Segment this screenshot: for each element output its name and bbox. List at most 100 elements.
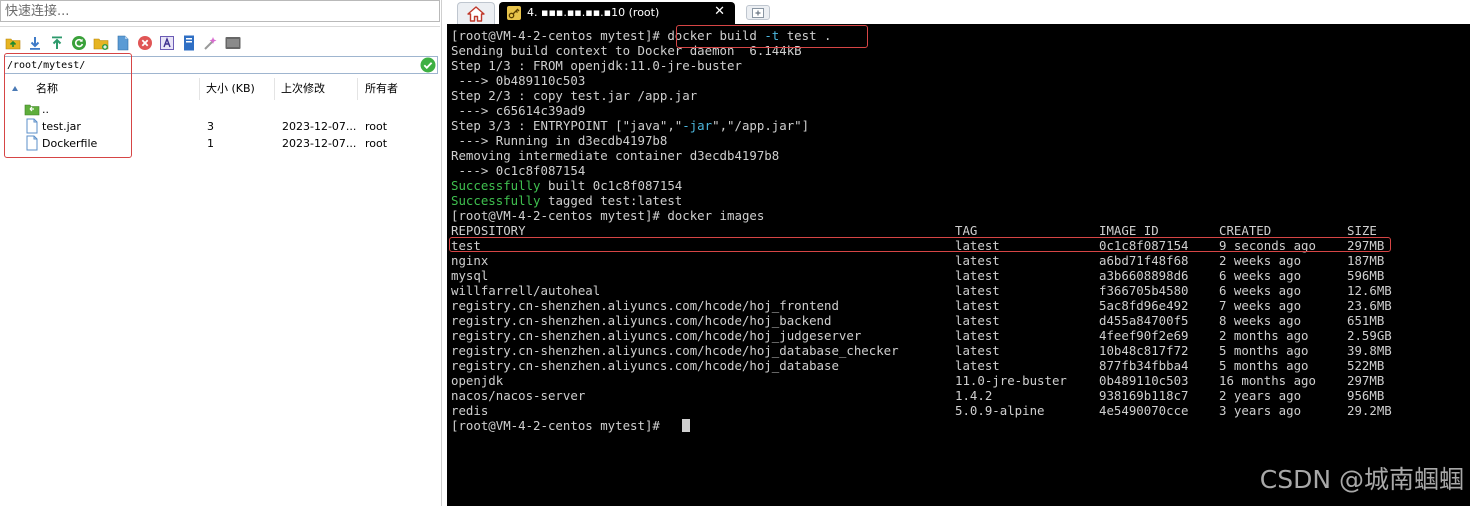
image-id: a6bd71f48f68 — [1099, 253, 1189, 268]
tab-home[interactable] — [457, 2, 495, 24]
terminal-output[interactable]: [root@VM-4-2-centos mytest]# docker buil… — [447, 24, 1470, 506]
image-tag: latest — [955, 298, 1000, 313]
rename-icon[interactable] — [158, 34, 176, 52]
file-owner: root — [365, 137, 388, 150]
file-list: .. test.jar 3 2023-12-07... root Dockerf… — [4, 101, 438, 152]
plus-icon — [752, 7, 764, 18]
image-created: 2 years ago — [1219, 388, 1302, 403]
entrypoint-flag: -jar — [682, 118, 713, 133]
terminal-line: ---> Running in d3ecdb4197b8 — [451, 133, 668, 148]
column-owner-label: 所有者 — [365, 82, 398, 95]
image-created: 5 months ago — [1219, 343, 1309, 358]
file-toolbar — [4, 32, 242, 54]
column-header-name[interactable]: 名称 — [4, 78, 200, 100]
column-header-modified[interactable]: 上次修改 — [275, 78, 358, 100]
image-size-header: SIZE — [1347, 223, 1377, 238]
new-file-icon[interactable] — [114, 34, 132, 52]
image-size: 596MB — [1347, 268, 1385, 283]
image-repository-header: REPOSITORY — [451, 223, 526, 238]
image-tag: latest — [955, 268, 1000, 283]
image-repository: registry.cn-shenzhen.aliyuncs.com/hcode/… — [451, 328, 862, 343]
file-size: 1 — [207, 137, 214, 150]
image-id: 4e5490070cce — [1099, 403, 1189, 418]
new-folder-icon[interactable] — [92, 34, 110, 52]
terminal-line: Sending build context to Docker daemon 6… — [451, 43, 802, 58]
terminal-line: Step 2/3 : copy test.jar /app.jar — [451, 88, 698, 103]
image-size: 29.2MB — [1347, 403, 1392, 418]
tools-icon[interactable] — [202, 34, 220, 52]
column-name-label: 名称 — [36, 82, 58, 95]
image-tag: latest — [955, 313, 1000, 328]
terminal-line: Successfully tagged test:latest — [451, 193, 682, 208]
download-icon[interactable] — [26, 34, 44, 52]
image-size: 187MB — [1347, 253, 1385, 268]
terminal-line: Step 3/3 : ENTRYPOINT ["java","-jar","/a… — [451, 118, 809, 133]
properties-icon[interactable] — [180, 34, 198, 52]
image-tag: latest — [955, 343, 1000, 358]
image-size: 297MB — [1347, 373, 1385, 388]
session-tab-label: 4. ▪▪▪.▪▪.▪▪.▪10 (root) — [527, 6, 660, 19]
image-size: 522MB — [1347, 358, 1385, 373]
image-tag: 11.0-jre-buster — [955, 373, 1067, 388]
image-id: a3b6608898d6 — [1099, 268, 1189, 283]
image-repository: registry.cn-shenzhen.aliyuncs.com/hcode/… — [451, 343, 899, 358]
terminal-line: [root@VM-4-2-centos mytest]# docker imag… — [451, 208, 764, 223]
terminal-line: Step 1/3 : FROM openjdk:11.0-jre-buster — [451, 58, 742, 73]
file-name: Dockerfile — [42, 137, 98, 150]
image-created: 8 weeks ago — [1219, 313, 1302, 328]
success-label: Successfully — [451, 178, 541, 193]
command-text: docker images — [667, 208, 765, 223]
file-modified: 2023-12-07... — [282, 137, 357, 150]
list-item-parent[interactable]: .. — [4, 101, 438, 118]
check-go-icon[interactable] — [420, 57, 436, 73]
terminal-line: ---> 0b489110c503 — [451, 73, 586, 88]
image-size: 297MB — [1347, 238, 1385, 253]
image-repository: test — [451, 238, 481, 253]
terminal-line: Successfully built 0c1c8f087154 — [451, 178, 682, 193]
divider — [0, 26, 440, 27]
image-created: 16 months ago — [1219, 373, 1316, 388]
list-item-file[interactable]: test.jar 3 2023-12-07... root — [4, 118, 438, 135]
image-repository: registry.cn-shenzhen.aliyuncs.com/hcode/… — [451, 298, 839, 313]
new-tab-button[interactable] — [746, 5, 770, 20]
delete-icon[interactable] — [136, 34, 154, 52]
quick-connect-input[interactable] — [0, 0, 440, 22]
image-id: 938169b118c7 — [1099, 388, 1189, 403]
list-item-file[interactable]: Dockerfile 1 2023-12-07... root — [4, 135, 438, 152]
image-id-header: IMAGE ID — [1099, 223, 1159, 238]
shell-prompt: [root@VM-4-2-centos mytest]# — [451, 208, 668, 223]
file-name: test.jar — [42, 120, 81, 133]
upload-folder-icon[interactable] — [4, 34, 22, 52]
image-repository: openjdk — [451, 373, 504, 388]
image-id: f366705b4580 — [1099, 283, 1189, 298]
file-list-header: 名称 大小 (KB) 上次修改 所有者 — [4, 78, 438, 100]
column-header-owner[interactable]: 所有者 — [358, 78, 438, 100]
upload-icon[interactable] — [48, 34, 66, 52]
image-tag: latest — [955, 253, 1000, 268]
tab-session[interactable]: 4. ▪▪▪.▪▪.▪▪.▪10 (root) ✕ — [499, 2, 735, 24]
tab-strip: 4. ▪▪▪.▪▪.▪▪.▪10 (root) ✕ — [447, 0, 1470, 24]
image-size: 2.59GB — [1347, 328, 1392, 343]
close-icon[interactable]: ✕ — [714, 4, 725, 19]
success-label: Successfully — [451, 193, 541, 208]
home-icon — [467, 5, 485, 22]
refresh-icon[interactable] — [70, 34, 88, 52]
terminal-icon[interactable] — [224, 34, 242, 52]
shell-prompt: [root@VM-4-2-centos mytest]# — [451, 418, 668, 433]
path-input[interactable] — [5, 57, 409, 73]
terminal-line: Removing intermediate container d3ecdb41… — [451, 148, 780, 163]
column-header-size[interactable]: 大小 (KB) — [200, 78, 275, 100]
image-created: 5 months ago — [1219, 358, 1309, 373]
image-size: 39.8MB — [1347, 343, 1392, 358]
entrypoint-text: Step 3/3 : ENTRYPOINT ["java"," — [451, 118, 683, 133]
app-window: 名称 大小 (KB) 上次修改 所有者 .. — [0, 0, 1470, 506]
image-size: 651MB — [1347, 313, 1385, 328]
terminal-line: ---> c65614c39ad9 — [451, 103, 586, 118]
image-id: d455a84700f5 — [1099, 313, 1189, 328]
command-text: docker build — [667, 28, 765, 43]
entrypoint-text: ","/app.jar"] — [712, 118, 810, 133]
image-created-header: CREATED — [1219, 223, 1272, 238]
image-repository: redis — [451, 403, 489, 418]
image-created: 7 weeks ago — [1219, 298, 1302, 313]
image-size: 12.6MB — [1347, 283, 1392, 298]
